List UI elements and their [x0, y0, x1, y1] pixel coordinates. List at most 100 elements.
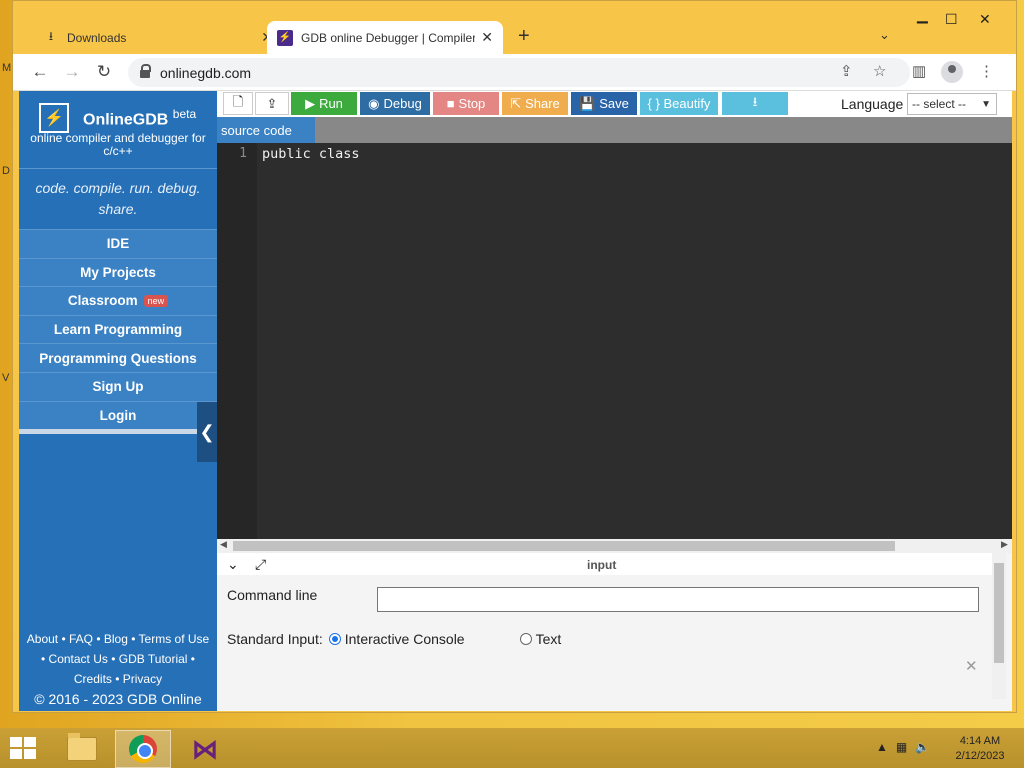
forward-arrow-icon[interactable]: →	[61, 61, 83, 83]
reload-icon[interactable]: ↻	[93, 61, 115, 83]
file-explorer-taskbar-button[interactable]	[54, 730, 110, 768]
scroll-right-icon[interactable]: ▶	[1001, 539, 1008, 550]
sidebar-item-label: Programming Questions	[39, 350, 197, 366]
scroll-left-icon[interactable]: ◀	[220, 539, 227, 550]
text-label[interactable]: Text	[536, 631, 562, 647]
network-icon[interactable]: ▦	[896, 740, 907, 754]
close-tab-icon[interactable]: ✕	[481, 29, 493, 46]
share-label: Share	[525, 96, 560, 111]
profile-avatar-icon[interactable]	[941, 61, 963, 83]
sidebar-item-classroom[interactable]: Classroom new	[19, 286, 217, 315]
address-bar[interactable]: onlinegdb.com	[128, 58, 910, 87]
lock-icon	[140, 63, 151, 78]
visual-studio-icon: ⋈	[192, 733, 218, 764]
editor-horizontal-scrollbar[interactable]: ◀ ▶	[217, 539, 1012, 553]
sidebar-item-ide[interactable]: IDE	[19, 229, 217, 258]
beautify-button[interactable]: { } Beautify	[640, 92, 718, 115]
brand-beta: beta	[172, 107, 197, 121]
clock[interactable]: 4:14 AM 2/12/2023	[950, 734, 1010, 764]
scrollbar-thumb[interactable]	[994, 563, 1004, 663]
chevron-down-icon: ▼	[981, 98, 991, 110]
language-select-value: -- select --	[912, 97, 966, 111]
code-editor[interactable]: 1 public class	[217, 143, 1012, 539]
chrome-taskbar-button[interactable]	[115, 730, 171, 768]
floppy-disk-icon: 💾	[579, 95, 596, 111]
command-line-input[interactable]	[377, 587, 979, 612]
code-line[interactable]: public class	[262, 146, 360, 162]
menu-dots-icon[interactable]: ⋮	[979, 62, 994, 80]
debug-icon: ◉	[368, 95, 380, 111]
sidebar-item-sign-up[interactable]: Sign Up	[19, 371, 217, 401]
ide-toolbar: 🗋 ⇪ ▶Run ◉Debug ■Stop ⇱Share 💾Save	[217, 91, 1012, 117]
stop-button[interactable]: ■ Stop	[433, 92, 499, 115]
new-tab-plus-icon[interactable]: +	[518, 25, 530, 48]
tab-label: GDB online Debugger | Compiler	[301, 30, 476, 45]
footer-links[interactable]: Credits • Privacy	[19, 669, 217, 689]
tab-gdb-online[interactable]: ⚡ GDB online Debugger | Compiler ✕	[267, 21, 503, 54]
copyright: © 2016 - 2023 GDB Online	[34, 691, 202, 707]
system-tray: ▲ ▦ 🔈	[876, 740, 930, 754]
windows-start-icon[interactable]	[10, 737, 38, 761]
tab-search-chevron-icon[interactable]: ⌄	[879, 27, 890, 43]
sidebar-item-my-projects[interactable]: My Projects	[19, 257, 217, 287]
interactive-console-label[interactable]: Interactive Console	[345, 631, 465, 647]
taskbar: ⋈ ▲ ▦ 🔈 4:14 AM 2/12/2023	[0, 728, 1024, 768]
interactive-console-radio[interactable]	[328, 633, 341, 645]
back-arrow-icon[interactable]: ←	[29, 61, 51, 83]
browser-toolbar: ← → ↻ onlinegdb.com ⇪ ☆ ▥ ⋮	[13, 54, 1016, 91]
standard-input-label: Standard Input:	[227, 631, 323, 647]
download-icon: ⭳	[48, 29, 54, 43]
debug-label: Debug	[383, 96, 422, 111]
sidebar-item-login[interactable]: Login	[19, 400, 217, 430]
scrollbar-thumb[interactable]	[233, 541, 895, 551]
bookmark-star-icon[interactable]: ☆	[873, 62, 886, 80]
brand-header[interactable]: ⚡ OnlineGDB beta online compiler and deb…	[19, 91, 217, 169]
sidebar-item-learn-programming[interactable]: Learn Programming	[19, 314, 217, 344]
new-file-icon[interactable]: 🗋	[223, 92, 253, 115]
footer-links[interactable]: About • FAQ • Blog • Terms of Use	[19, 629, 217, 649]
input-panel-vertical-scrollbar[interactable]	[992, 553, 1006, 699]
text-radio[interactable]	[519, 633, 532, 645]
close-window-icon[interactable]: ✕	[979, 11, 991, 28]
chrome-icon	[129, 735, 157, 763]
input-panel-header: ⌄ ⤢ input	[217, 553, 992, 575]
tab-source-code[interactable]: source code	[217, 117, 315, 143]
collapse-sidebar-chevron-icon[interactable]: ❮	[197, 402, 217, 462]
side-panel-icon[interactable]: ▥	[912, 62, 926, 80]
download-button[interactable]: ⭳	[722, 92, 788, 115]
footer-links[interactable]: • Contact Us • GDB Tutorial •	[19, 649, 217, 669]
tab-downloads[interactable]: ⭳ Downloads ✕	[33, 21, 283, 54]
run-button[interactable]: ▶ Run	[291, 92, 357, 115]
save-label: Save	[599, 96, 629, 111]
url-text: onlinegdb.com	[160, 64, 252, 81]
sidebar-item-programming-questions[interactable]: Programming Questions	[19, 343, 217, 372]
visual-studio-taskbar-button[interactable]: ⋈	[177, 730, 233, 768]
download-icon: ⭳	[752, 93, 758, 109]
close-icon[interactable]: ✕	[965, 657, 978, 675]
standard-input-row: Standard Input: Interactive Console Text	[227, 631, 561, 647]
desktop-icon-fragment: D	[2, 165, 10, 177]
brand-name: OnlineGDB beta	[83, 107, 196, 129]
sidebar-footer: About • FAQ • Blog • Terms of Use • Cont…	[19, 629, 217, 711]
line-number: 1	[239, 146, 247, 161]
show-hidden-icons-icon[interactable]: ▲	[876, 740, 888, 754]
stop-label: Stop	[458, 96, 486, 111]
language-select[interactable]: -- select -- ▼	[907, 93, 997, 115]
upload-icon[interactable]: ⇪	[255, 92, 289, 115]
share-page-icon[interactable]: ⇪	[840, 62, 853, 80]
stop-icon: ■	[446, 96, 455, 111]
expand-arrows-icon[interactable]: ⤢	[255, 556, 266, 573]
debug-button[interactable]: ◉ Debug	[360, 92, 430, 115]
play-icon: ▶	[305, 95, 316, 111]
volume-icon[interactable]: 🔈	[915, 740, 930, 754]
web-page: ⚡ OnlineGDB beta online compiler and deb…	[19, 91, 1012, 711]
new-badge: new	[143, 294, 169, 307]
editor-tab-bar: source code	[217, 117, 1012, 143]
save-button[interactable]: 💾 Save	[571, 92, 637, 115]
brand-text: OnlineGDB	[83, 111, 169, 129]
share-button[interactable]: ⇱ Share	[502, 92, 568, 115]
collapse-chevron-icon[interactable]: ⌄	[227, 556, 239, 573]
minimize-icon[interactable]: ▁	[917, 7, 928, 24]
maximize-icon[interactable]: ☐	[945, 11, 958, 28]
sidebar-item-label: Sign Up	[92, 379, 144, 395]
